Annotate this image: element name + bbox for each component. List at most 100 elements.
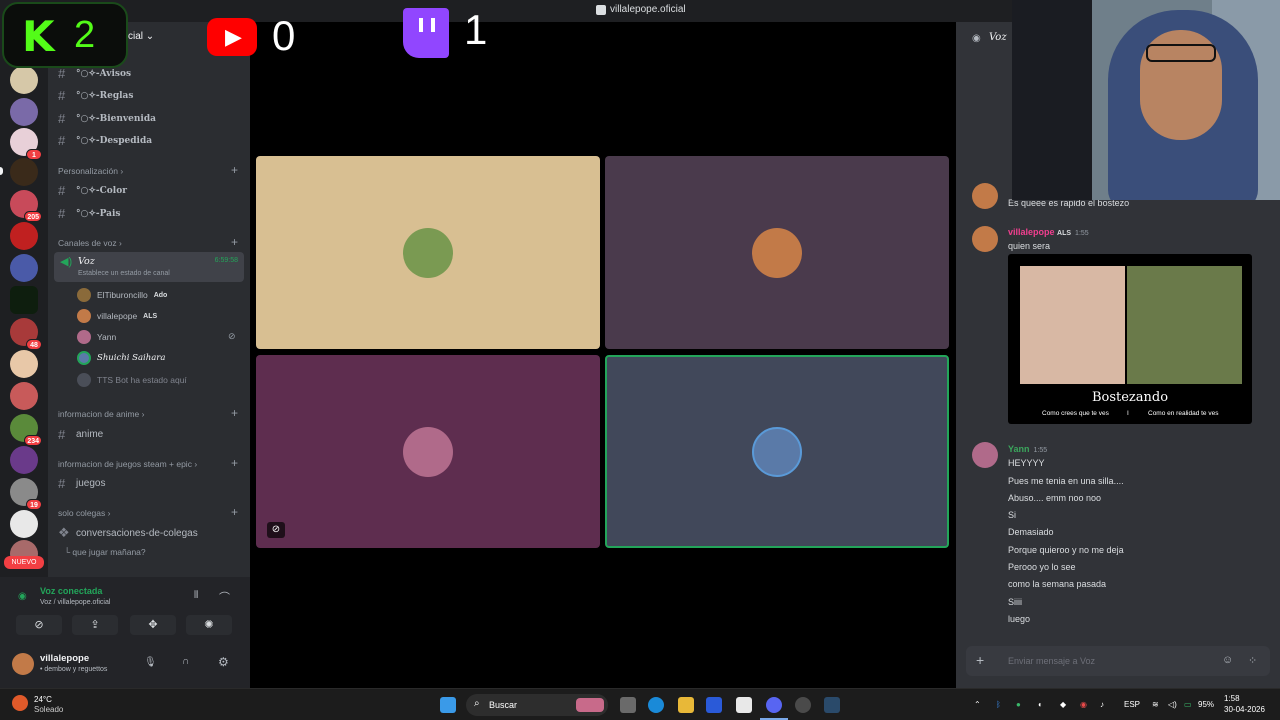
voice-user[interactable]: TTS Bot ha estado aquí (77, 373, 187, 387)
message-author[interactable]: villalepope ALS 1:55 (1008, 227, 1089, 237)
add-channel-icon[interactable]: + (231, 235, 238, 249)
meme-image[interactable]: Bostezando Como crees que te ves I Como … (1008, 254, 1252, 424)
tray-app-icon[interactable]: ● (1016, 700, 1021, 709)
add-channel-icon[interactable]: + (231, 406, 238, 420)
clock-time[interactable]: 1:58 (1224, 694, 1240, 703)
app-icon[interactable] (736, 697, 752, 713)
message-input[interactable]: + Enviar mensaje a Voz ☺ ⁘ (966, 646, 1270, 676)
add-channel-icon[interactable]: + (231, 505, 238, 519)
participant-tile[interactable]: ⊘ (256, 355, 600, 548)
voice-channel-voz[interactable]: ◀) Voz 6:59:58 Establece un estado de ca… (54, 252, 244, 282)
voice-status[interactable]: Voz conectada (40, 586, 102, 596)
channel-despedida[interactable]: # °○✧-Despedida (58, 133, 152, 148)
category-anime[interactable]: informacion de anime › (58, 409, 144, 419)
server-icon[interactable]: 205 (10, 190, 42, 222)
camera-button[interactable]: ⊘ (16, 615, 62, 635)
channel-pais[interactable]: # °○✧-Pais (58, 206, 120, 221)
message-line: Pues me tenia en una silla.... (1008, 476, 1124, 486)
discord-taskbar-icon[interactable] (766, 697, 782, 713)
battery-percent[interactable]: 95% (1198, 700, 1214, 709)
battery-icon[interactable]: ▭ (1184, 700, 1192, 709)
server-icon[interactable]: 1 (10, 128, 42, 160)
voice-location[interactable]: Voz / villalepope.oficial (40, 599, 110, 606)
plus-icon[interactable]: + (976, 652, 984, 668)
steam-icon[interactable] (824, 697, 840, 713)
voice-user[interactable]: villalepope ALS (77, 309, 157, 323)
server-icon[interactable] (10, 446, 38, 474)
volume-icon[interactable]: ◁) (1168, 700, 1177, 709)
avatar[interactable] (12, 653, 34, 675)
wifi-icon[interactable]: ≋ (1152, 700, 1159, 709)
edge-icon[interactable] (648, 697, 664, 713)
server-icon[interactable]: 48 (10, 318, 42, 350)
apps-icon[interactable]: ⁘ (1248, 654, 1257, 667)
task-view-icon[interactable] (620, 697, 636, 713)
server-icon[interactable]: 19 (10, 478, 42, 510)
clock-date[interactable]: 30-04-2026 (1224, 705, 1265, 714)
channel-color[interactable]: # °○✧-Color (58, 183, 127, 198)
tray-app-icon[interactable]: ◆ (1060, 700, 1066, 709)
category-voz[interactable]: Canales de voz › (58, 238, 122, 248)
server-icon[interactable] (10, 254, 38, 282)
participant-tile[interactable] (605, 156, 949, 349)
category-solo-colegas[interactable]: solo colegas › (58, 508, 110, 518)
server-icon[interactable] (10, 510, 38, 538)
store-icon[interactable] (706, 697, 722, 713)
tray-app-icon[interactable]: ◉ (1080, 700, 1087, 709)
channel-avisos[interactable]: # °○✧-Avisos (58, 66, 131, 81)
channel-status[interactable]: Establece un estado de canal (78, 270, 170, 277)
youtube-icon: ▶ (207, 18, 257, 56)
server-icon[interactable] (10, 382, 38, 410)
participant-tile-speaking[interactable] (605, 355, 949, 548)
server-name[interactable]: cial ⌄ (128, 31, 154, 42)
avatar[interactable] (972, 442, 998, 468)
microphone-tray-icon[interactable]: ♪ (1100, 700, 1104, 709)
add-channel-icon[interactable]: + (231, 456, 238, 470)
voice-timer: 6:59:58 (214, 257, 238, 264)
server-icon[interactable] (10, 350, 38, 378)
avatar[interactable] (972, 226, 998, 252)
forum-conversaciones[interactable]: ❖ conversaciones-de-colegas (58, 525, 198, 541)
search-highlight-icon (576, 698, 604, 712)
steam-tray-icon[interactable]: ◐ (1038, 700, 1043, 709)
activities-button[interactable]: ✥ (130, 615, 176, 635)
file-explorer-icon[interactable] (678, 697, 694, 713)
microphone-icon[interactable]: 🎙︎ (144, 657, 157, 668)
screen-share-button[interactable]: ⇪ (72, 615, 118, 635)
server-icon[interactable] (10, 222, 38, 250)
server-icon[interactable] (10, 66, 38, 94)
gear-icon[interactable]: ⚙ (218, 655, 229, 669)
search-box[interactable]: ⌕ Buscar (466, 694, 608, 716)
voice-user[interactable]: Shuichi Saihara (77, 351, 165, 365)
server-icon[interactable] (10, 158, 38, 186)
emoji-icon[interactable]: ☺ (1222, 654, 1233, 666)
server-icon[interactable]: 234 (10, 414, 42, 446)
language-indicator[interactable]: ESP (1124, 700, 1140, 709)
voice-user[interactable]: Yann (77, 330, 116, 344)
voice-user[interactable]: ElTiburoncillo Ado (77, 288, 167, 302)
message-author[interactable]: Yann 1:55 (1008, 444, 1047, 454)
weather-temp[interactable]: 24°C (34, 695, 52, 704)
disconnect-icon[interactable]: ⌒ (219, 589, 230, 605)
message-line: Perooo yo lo see (1008, 562, 1076, 572)
add-channel-icon[interactable]: + (231, 163, 238, 177)
channel-anime[interactable]: # anime (58, 427, 103, 442)
tray-chevron-icon[interactable]: ⌃ (974, 700, 981, 709)
weather-icon[interactable] (12, 695, 28, 711)
windows-start-icon[interactable] (440, 697, 456, 713)
headphones-icon[interactable]: ∩ (182, 656, 189, 667)
participant-tile[interactable] (256, 156, 600, 349)
channel-reglas[interactable]: # °○✧-Reglas (58, 88, 133, 103)
bluetooth-icon[interactable]: ᛒ (996, 700, 1001, 709)
channel-bienvenida[interactable]: # °○✧-Bienvenida (58, 111, 156, 126)
obs-icon[interactable] (795, 697, 811, 713)
weather-desc[interactable]: Soleado (34, 705, 63, 714)
server-icon[interactable] (10, 98, 38, 126)
category-juegos[interactable]: informacion de juegos steam + epic › (58, 459, 197, 469)
kick-server-icon[interactable] (10, 286, 38, 314)
noise-suppression-icon[interactable]: ⫴ (194, 590, 198, 601)
category-personalizacion[interactable]: Personalización › (58, 166, 123, 176)
thread-item[interactable]: └ que jugar mañana? (64, 547, 146, 557)
channel-juegos[interactable]: # juegos (58, 476, 105, 491)
soundboard-button[interactable]: ✺ (186, 615, 232, 635)
